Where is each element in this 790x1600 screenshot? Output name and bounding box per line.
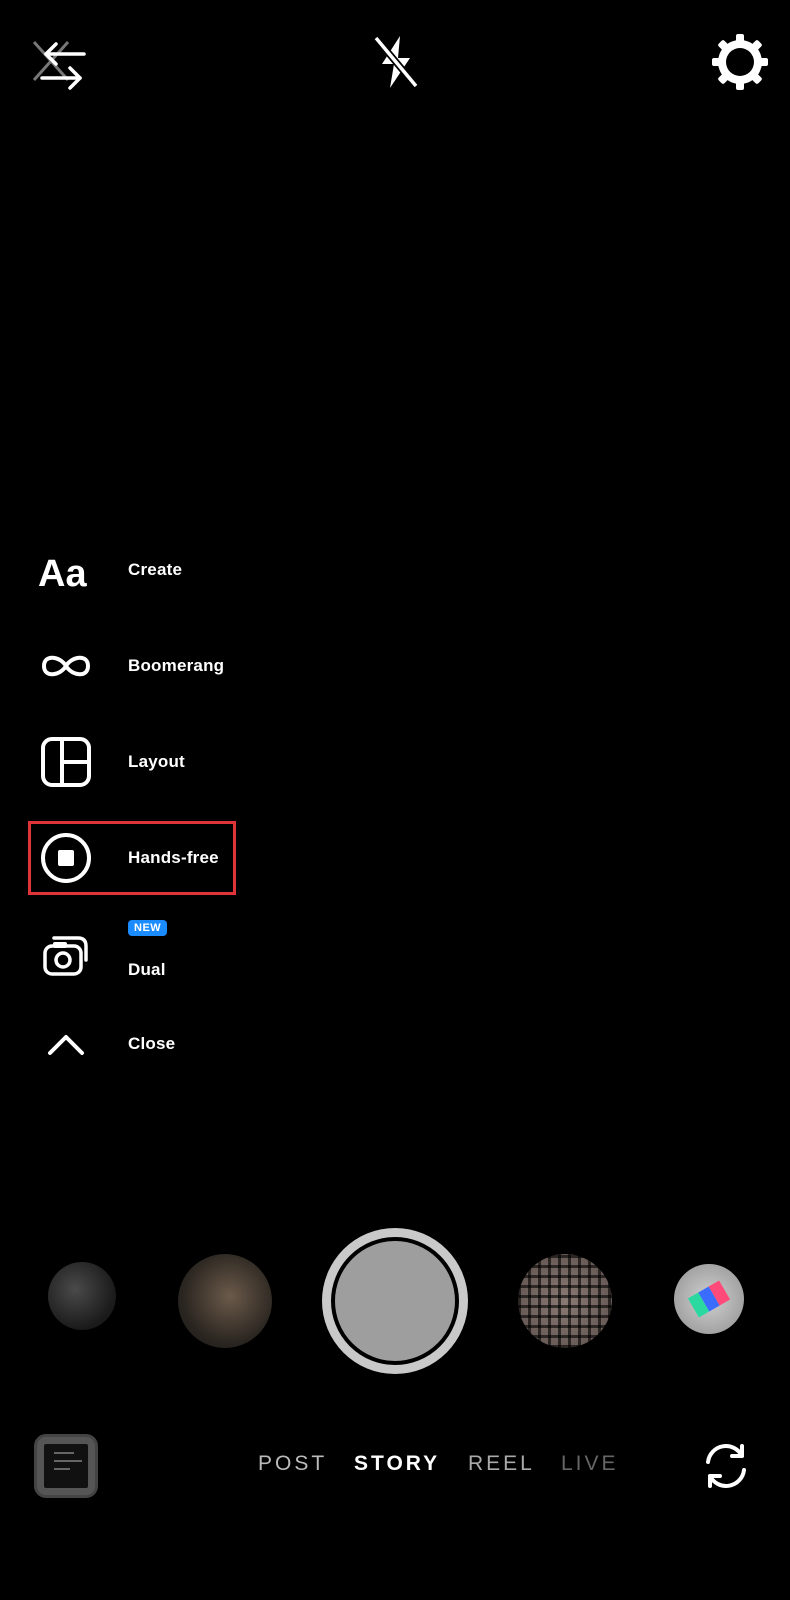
gallery-preview-line [54,1452,74,1454]
gallery-preview [44,1444,88,1488]
gallery-preview-line [54,1460,82,1462]
menu-item-layout[interactable]: Layout [28,722,588,802]
menu-item-close[interactable]: Close [28,1004,588,1084]
menu-label-layout: Layout [128,752,185,771]
infinity-icon [28,636,104,696]
mode-live[interactable]: LIVE [561,1452,619,1476]
record-stop-icon [28,828,104,888]
mode-post[interactable]: POST [258,1452,327,1476]
gallery-thumbnail[interactable] [34,1434,98,1498]
mode-reel[interactable]: REEL [468,1452,535,1476]
effect-thumbnail[interactable] [674,1264,744,1334]
flash-off-icon[interactable] [364,30,428,94]
menu-item-create[interactable]: Aa Create [28,530,588,610]
flip-camera-icon[interactable] [700,1440,752,1492]
gear-icon[interactable] [708,30,772,94]
shutter-button[interactable] [322,1228,468,1374]
menu-label-hands-free: Hands-free [128,848,219,867]
menu-label-boomerang: Boomerang [128,656,225,675]
text-aa-icon: Aa [28,540,104,600]
menu-label-create: Create [128,560,183,579]
swap-arrows-icon[interactable] [28,36,92,100]
svg-text:Aa: Aa [38,553,87,592]
layout-grid-icon [28,732,104,792]
menu-item-dual[interactable]: NEW Dual [28,916,588,996]
chevron-up-icon [28,1014,104,1074]
effect-thumbnail[interactable] [48,1262,116,1330]
effect-thumbnail[interactable] [518,1254,612,1348]
effect-thumbnail[interactable] [178,1254,272,1348]
shutter-inner [331,1237,459,1365]
new-badge: NEW [128,920,168,936]
mode-story[interactable]: STORY [354,1452,440,1476]
gallery-preview-line [54,1468,70,1470]
menu-label-close: Close [128,1034,176,1053]
menu-item-boomerang[interactable]: Boomerang [28,626,588,706]
menu-item-hands-free[interactable]: Hands-free [28,818,588,898]
dual-camera-icon [28,926,104,986]
menu-label-dual: Dual [128,960,166,979]
